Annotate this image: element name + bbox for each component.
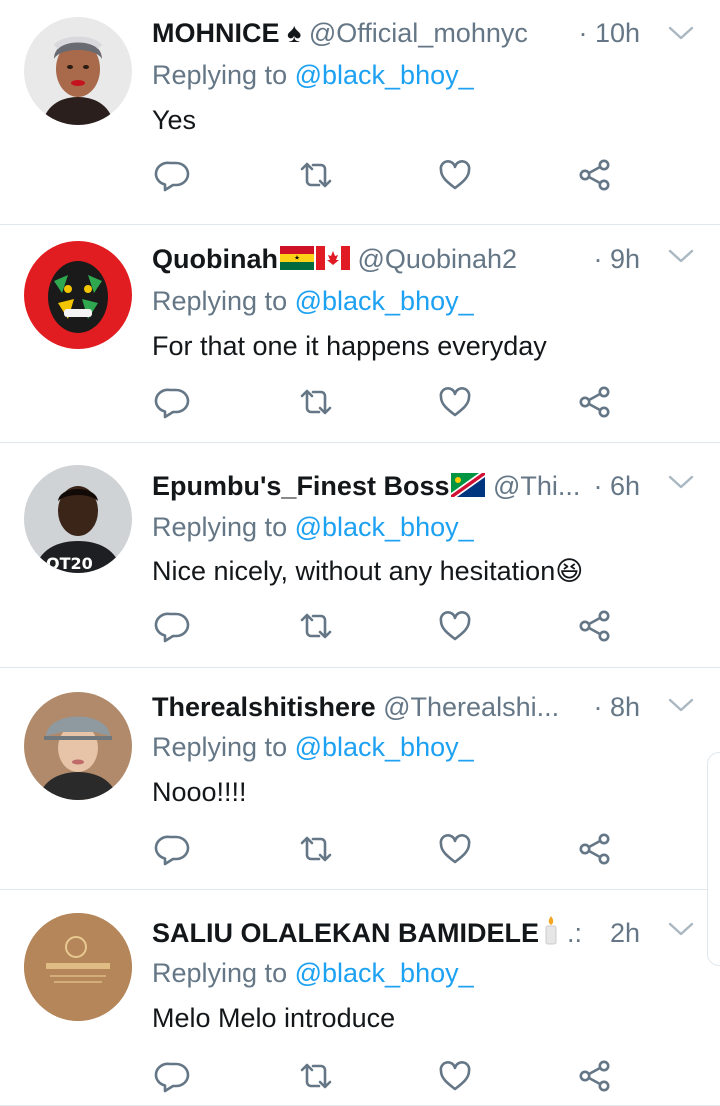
reply-icon[interactable]	[153, 382, 193, 422]
reply-icon[interactable]	[153, 1056, 193, 1096]
tweet-actions	[0, 596, 720, 656]
share-icon[interactable]	[575, 606, 615, 646]
chevron-down-icon[interactable]	[668, 24, 694, 42]
namibia-flag-icon	[451, 469, 486, 507]
like-icon[interactable]	[435, 382, 475, 422]
chevron-down-icon[interactable]	[668, 473, 694, 491]
timestamp[interactable]: 2h	[601, 914, 640, 952]
share-icon[interactable]	[575, 829, 615, 869]
user-handle[interactable]: .:	[567, 914, 582, 952]
replying-to: Replying to @black_bhoy_	[152, 283, 474, 319]
timestamp[interactable]: · 9h	[585, 240, 640, 278]
tweet-header: SALIU OLALEKAN BAMIDELE .: 2h	[152, 914, 640, 952]
timestamp[interactable]: · 6h	[585, 467, 640, 505]
replying-to: Replying to @black_bhoy_	[152, 57, 474, 93]
tweet-header: Therealshitishere @Therealshi... · 8h	[152, 688, 640, 726]
avatar[interactable]	[24, 241, 132, 349]
display-name[interactable]: MOHNICE ♠	[152, 18, 301, 48]
replying-to: Replying to @black_bhoy_	[152, 509, 474, 545]
tweet[interactable]: OT20 Epumbu's_Finest Boss @Thi... · 6h R…	[0, 443, 720, 668]
tweet-text: Melo Melo introduce	[152, 1003, 396, 1033]
canada-flag-icon	[315, 242, 350, 280]
tweet[interactable]: MOHNICE ♠ @Official_mohnyc · 10h Replyin…	[0, 0, 720, 225]
tweet-text: For that one it happens everyday	[152, 331, 547, 361]
avatar[interactable]	[24, 913, 132, 1021]
reply-icon[interactable]	[153, 155, 193, 195]
reply-icon[interactable]	[153, 829, 193, 869]
replying-to: Replying to @black_bhoy_	[152, 729, 474, 765]
tweet-actions	[0, 145, 720, 205]
tweet-header: MOHNICE ♠ @Official_mohnyc · 10h	[152, 14, 640, 52]
replying-to-label: Replying to	[152, 286, 295, 316]
retweet-icon[interactable]	[296, 829, 336, 869]
retweet-icon[interactable]	[296, 155, 336, 195]
timestamp[interactable]: · 8h	[585, 688, 640, 726]
display-name[interactable]: Epumbu's_Finest Boss	[152, 471, 449, 501]
reply-icon[interactable]	[153, 606, 193, 646]
share-icon[interactable]	[575, 382, 615, 422]
avatar[interactable]: OT20	[24, 465, 132, 573]
like-icon[interactable]	[435, 1056, 475, 1096]
share-icon[interactable]	[575, 1056, 615, 1096]
user-handle[interactable]: @Thi...	[493, 471, 580, 501]
tweet[interactable]: SALIU OLALEKAN BAMIDELE .: 2h Replying t…	[0, 890, 720, 1106]
replying-to-link[interactable]: @black_bhoy_	[295, 958, 474, 988]
retweet-icon[interactable]	[296, 382, 336, 422]
scrollbar[interactable]	[707, 752, 720, 966]
tweet-actions	[0, 1046, 720, 1106]
avatar[interactable]	[24, 17, 132, 125]
tweet[interactable]: Therealshitishere @Therealshi... · 8h Re…	[0, 668, 720, 890]
replying-to-label: Replying to	[152, 732, 295, 762]
timestamp[interactable]: · 10h	[570, 14, 640, 52]
avatar[interactable]	[24, 692, 132, 800]
tweet-text: Yes	[152, 105, 197, 135]
replying-to-link[interactable]: @black_bhoy_	[295, 732, 474, 762]
like-icon[interactable]	[435, 155, 475, 195]
tweet-actions	[0, 819, 720, 879]
retweet-icon[interactable]	[296, 1056, 336, 1096]
tweet[interactable]: Quobinah @Quobinah2 · 9h Replying to @bl…	[0, 219, 720, 443]
display-name[interactable]: Therealshitishere	[152, 692, 376, 722]
user-handle[interactable]: @Official_mohnyc	[309, 18, 528, 48]
tweet-header: Quobinah @Quobinah2 · 9h	[152, 240, 640, 278]
replying-to-label: Replying to	[152, 60, 295, 90]
replying-to-label: Replying to	[152, 958, 295, 988]
tweet-text: Nooo!!!!	[152, 777, 247, 807]
like-icon[interactable]	[435, 829, 475, 869]
candle-icon	[541, 915, 561, 955]
replying-to-link[interactable]: @black_bhoy_	[295, 512, 474, 542]
tweet-text: Nice nicely, without any hesitation😆	[152, 556, 584, 586]
replying-to: Replying to @black_bhoy_	[152, 955, 474, 991]
user-handle[interactable]: @Quobinah2	[358, 244, 518, 274]
replying-to-link[interactable]: @black_bhoy_	[295, 286, 474, 316]
svg-text:OT20: OT20	[46, 554, 93, 573]
retweet-icon[interactable]	[296, 606, 336, 646]
like-icon[interactable]	[435, 606, 475, 646]
display-name[interactable]: Quobinah	[152, 244, 278, 274]
user-handle[interactable]: @Therealshi...	[383, 692, 559, 722]
chevron-down-icon[interactable]	[668, 696, 694, 714]
replying-to-link[interactable]: @black_bhoy_	[295, 60, 474, 90]
chevron-down-icon[interactable]	[668, 920, 694, 938]
tweet-header: Epumbu's_Finest Boss @Thi... · 6h	[152, 467, 640, 505]
display-name[interactable]: SALIU OLALEKAN BAMIDELE	[152, 918, 539, 948]
ghana-flag-icon	[279, 242, 314, 280]
share-icon[interactable]	[575, 155, 615, 195]
chevron-down-icon[interactable]	[668, 247, 694, 265]
replying-to-label: Replying to	[152, 512, 295, 542]
tweet-actions	[0, 372, 720, 432]
